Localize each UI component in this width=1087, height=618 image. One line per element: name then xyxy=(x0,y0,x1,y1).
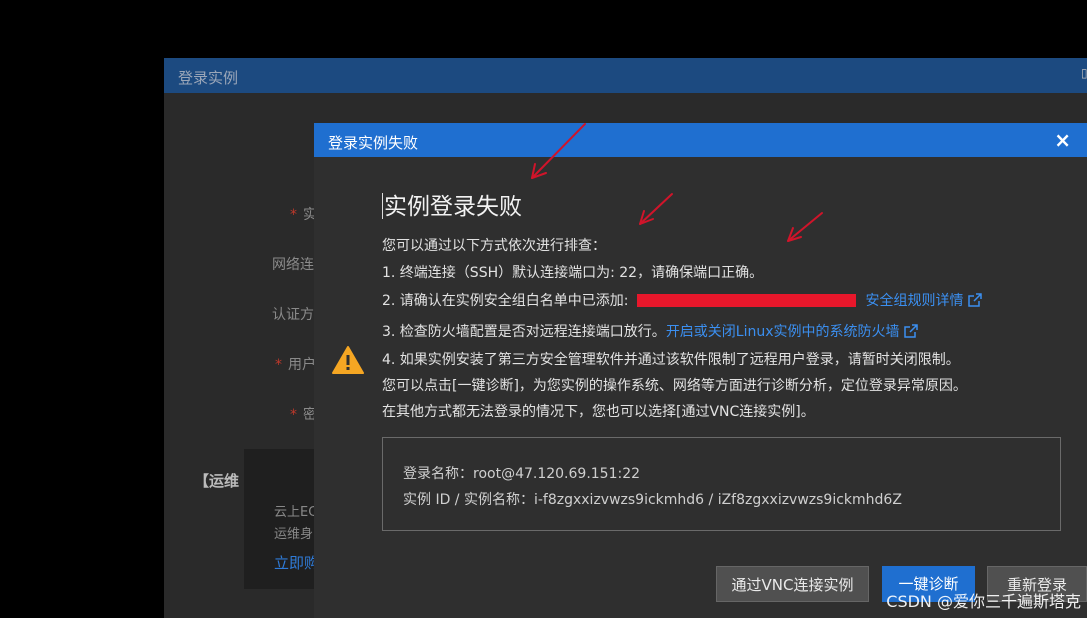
annotation-arrows xyxy=(531,123,823,242)
annotation-arrow xyxy=(787,212,823,242)
annotation-arrow xyxy=(531,123,586,179)
annotation-arrow xyxy=(639,193,673,225)
csdn-watermark: CSDN @爱你三千遍斯塔克 xyxy=(886,592,1081,611)
